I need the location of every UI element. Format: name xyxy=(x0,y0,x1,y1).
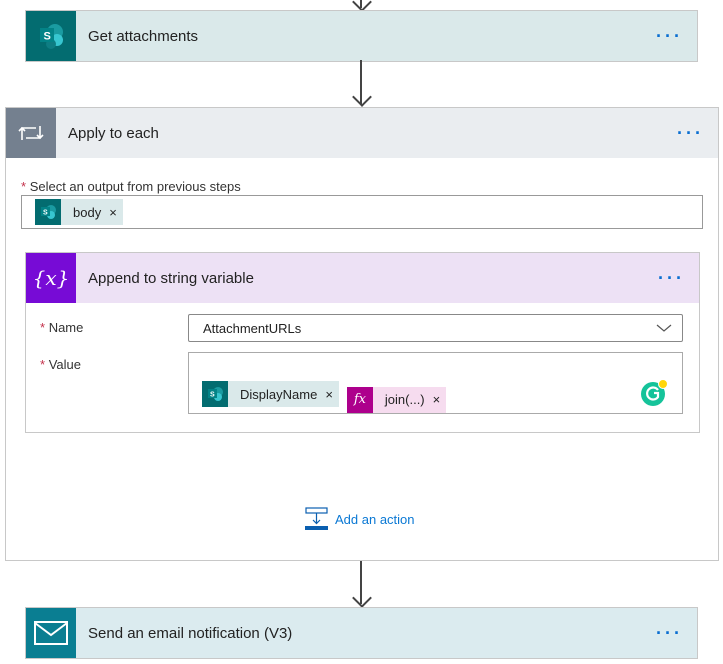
card-title: Apply to each xyxy=(68,124,159,142)
more-options-button[interactable]: ··· xyxy=(656,27,683,45)
token-displayname[interactable]: S DisplayName × xyxy=(202,381,339,407)
remove-token-icon[interactable]: × xyxy=(325,387,339,402)
value-label: Value xyxy=(48,357,81,372)
chevron-down-icon xyxy=(656,324,672,332)
add-action-icon xyxy=(305,507,328,530)
token-join[interactable]: fx join(...) × xyxy=(346,386,447,413)
card-title: Append to string variable xyxy=(88,269,254,287)
token-body[interactable]: S body × xyxy=(35,199,123,225)
apply-to-each-container: Apply to each ··· * Select an output fro… xyxy=(5,107,719,561)
more-options-button[interactable]: ··· xyxy=(658,269,685,287)
token-label: join(...) xyxy=(384,392,425,407)
name-value: AttachmentURLs xyxy=(203,320,302,336)
sharepoint-icon: S xyxy=(26,11,76,61)
select-output-input[interactable]: S body × xyxy=(21,195,703,229)
add-action-button[interactable]: Add an action xyxy=(305,507,415,531)
required-marker: * xyxy=(40,320,46,335)
more-options-button[interactable]: ··· xyxy=(656,624,683,642)
svg-text:S: S xyxy=(44,31,51,43)
token-label: DisplayName xyxy=(240,386,318,402)
select-output-label: Select an output from previous steps xyxy=(29,179,241,194)
arrow-head xyxy=(352,588,372,608)
token-label: body xyxy=(73,204,102,220)
svg-text:S: S xyxy=(210,392,215,399)
name-label: Name xyxy=(48,320,84,335)
card-title: Send an email notification (V3) xyxy=(88,624,293,642)
value-input[interactable]: S DisplayName × fx join(...) × xyxy=(188,352,683,414)
sharepoint-icon: S xyxy=(35,199,61,225)
send-email-card[interactable]: Send an email notification (V3) ··· xyxy=(25,607,698,659)
name-dropdown[interactable]: AttachmentURLs xyxy=(188,314,683,342)
add-action-label: Add an action xyxy=(335,511,415,527)
remove-token-icon[interactable]: × xyxy=(433,392,447,407)
variable-icon: {x} xyxy=(26,253,76,303)
remove-token-icon[interactable]: × xyxy=(109,205,123,220)
arrow-head xyxy=(352,87,372,107)
fx-icon: fx xyxy=(346,386,373,413)
append-to-string-card: {x} Append to string variable ··· * Name… xyxy=(25,252,700,433)
grammarly-icon[interactable] xyxy=(641,379,669,407)
svg-text:S: S xyxy=(43,210,48,217)
sharepoint-icon: S xyxy=(202,381,228,407)
card-title: Get attachments xyxy=(88,27,199,45)
mail-icon xyxy=(26,608,76,658)
get-attachments-card[interactable]: S Get attachments ··· xyxy=(25,10,698,62)
more-options-button[interactable]: ··· xyxy=(677,124,704,142)
required-marker: * xyxy=(21,179,27,194)
required-marker: * xyxy=(40,357,46,372)
loop-icon xyxy=(6,108,56,158)
